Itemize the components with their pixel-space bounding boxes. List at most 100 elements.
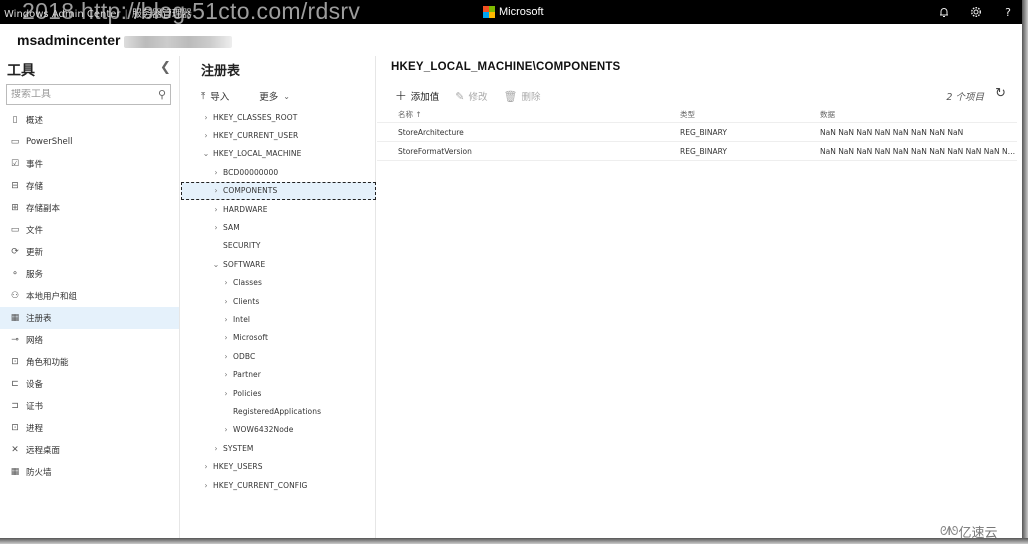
chevron-right-icon[interactable]: › <box>211 223 221 232</box>
tool-search-input[interactable] <box>11 89 158 100</box>
search-icon[interactable]: ⚲ <box>158 88 166 101</box>
top-bar: Windows Admin Center | 服务器管理器 2018 http://… <box>0 0 1022 24</box>
chevron-right-icon[interactable]: › <box>201 131 211 140</box>
storage-replica-icon: ⊞ <box>11 203 19 213</box>
tree-node[interactable]: › HKEY_CLASSES_ROOT <box>181 108 376 126</box>
sidebar-item-storage[interactable]: ⊟ 存储 <box>0 175 179 197</box>
column-header-data[interactable]: 数据 <box>798 109 1017 120</box>
tree-node[interactable]: RegisteredApplications <box>181 402 376 420</box>
devices-icon: ⊏ <box>11 379 19 389</box>
tree-node[interactable]: › Policies <box>181 384 376 402</box>
sidebar-item-devices[interactable]: ⊏ 设备 <box>0 373 179 395</box>
refresh-icon[interactable]: ↻ <box>995 86 1006 101</box>
chevron-right-icon[interactable]: › <box>201 481 211 490</box>
tree-node[interactable]: › Microsoft <box>181 329 376 347</box>
sidebar-item-label: 文件 <box>26 226 44 236</box>
add-value-label: 添加值 <box>410 92 440 103</box>
chevron-right-icon[interactable]: › <box>211 186 221 195</box>
chevron-right-icon[interactable]: › <box>221 352 231 361</box>
tree-node[interactable]: › Intel <box>181 310 376 328</box>
tree-node[interactable]: › Partner <box>181 365 376 383</box>
tree-node-label: SECURITY <box>223 241 261 251</box>
tree-node[interactable]: › SYSTEM <box>181 439 376 457</box>
tree-node[interactable]: › HKEY_CURRENT_CONFIG <box>181 476 376 494</box>
sidebar-item-services[interactable]: ⚬ 服务 <box>0 263 179 285</box>
help-icon[interactable]: ? <box>1000 3 1016 21</box>
chevron-right-icon[interactable]: › <box>221 389 231 398</box>
tree-node[interactable]: ⌄ HKEY_LOCAL_MACHINE <box>181 145 376 163</box>
tree-node[interactable]: › Clients <box>181 292 376 310</box>
app-title[interactable]: Windows Admin Center | 服务器管理器 <box>4 5 192 20</box>
more-button[interactable]: 更多 ⌄ <box>259 89 290 104</box>
sidebar-item-remote-desktop[interactable]: ✕ 远程桌面 <box>0 439 179 461</box>
chevron-right-icon[interactable]: › <box>221 278 231 287</box>
tree-node-label: COMPONENTS <box>223 186 278 196</box>
more-label: 更多 <box>259 92 279 103</box>
chevron-right-icon[interactable]: › <box>201 462 211 471</box>
microsoft-logo-icon <box>483 6 495 18</box>
column-header-type[interactable]: 类型 <box>658 109 798 120</box>
tree-node[interactable]: › COMPONENTS <box>181 181 376 200</box>
tree-node[interactable]: › Classes <box>181 274 376 292</box>
sidebar-item-storage-replica[interactable]: ⊞ 存储副本 <box>0 197 179 219</box>
tree-node[interactable]: SECURITY <box>181 237 376 255</box>
column-header-name[interactable]: 名称 ↑ <box>377 109 658 120</box>
value-type: REG_BINARY <box>680 127 727 137</box>
sidebar-item-label: 事件 <box>26 160 44 170</box>
chevron-right-icon[interactable]: › <box>211 205 221 214</box>
collapse-sidebar-button[interactable]: ❮ <box>160 60 171 75</box>
app-title-text: Windows Admin Center <box>4 9 121 20</box>
chevron-right-icon[interactable]: › <box>221 425 231 434</box>
tree-node[interactable]: › SAM <box>181 218 376 236</box>
pencil-icon: ✎ <box>455 89 465 103</box>
tree-node[interactable]: › HARDWARE <box>181 200 376 218</box>
import-label: 导入 <box>210 92 230 103</box>
sidebar-item-events[interactable]: ☑ 事件 <box>0 153 179 175</box>
chevron-right-icon[interactable]: › <box>201 113 211 122</box>
chevron-right-icon[interactable]: › <box>211 444 221 453</box>
chevron-right-icon[interactable]: › <box>221 370 231 379</box>
sidebar-item-files[interactable]: ▭ 文件 <box>0 219 179 241</box>
chevron-right-icon[interactable]: › <box>211 168 221 177</box>
tree-node[interactable]: › BCD00000000 <box>181 163 376 181</box>
table-row[interactable]: StoreFormatVersion REG_BINARY NaN NaN Na… <box>377 142 1017 161</box>
add-value-button[interactable]: + 添加值 <box>395 88 439 104</box>
tree-node-label: RegisteredApplications <box>233 406 322 416</box>
import-button[interactable]: ⤒ 导入 <box>201 89 230 104</box>
chevron-right-icon[interactable]: › <box>221 297 231 306</box>
sidebar-item-updates[interactable]: ⟳ 更新 <box>0 241 179 263</box>
chevron-right-icon[interactable]: › <box>221 315 231 324</box>
sidebar-item-network[interactable]: ⊸ 网络 <box>0 329 179 351</box>
bell-icon[interactable] <box>936 3 952 21</box>
chevron-right-icon[interactable]: › <box>221 333 231 342</box>
tree-node-label: HKEY_CURRENT_USER <box>213 131 299 141</box>
sidebar-item-firewall[interactable]: ▦ 防火墙 <box>0 461 179 483</box>
sidebar-item-device[interactable]: ▯ 概述 <box>0 109 179 131</box>
tree-node[interactable]: › HKEY_CURRENT_USER <box>181 126 376 144</box>
edit-value-button[interactable]: ✎ 修改 <box>455 89 487 104</box>
footer-brand: ᘛᘚ 亿速云 <box>940 522 997 541</box>
tree-node-label: HKEY_CLASSES_ROOT <box>213 112 298 122</box>
tree-node[interactable]: › HKEY_USERS <box>181 457 376 475</box>
sidebar-item-registry[interactable]: ▦ 注册表 <box>0 307 179 329</box>
gear-icon[interactable] <box>968 3 984 21</box>
sidebar-item-powershell[interactable]: ▭ PowerShell <box>0 131 179 153</box>
tree-node[interactable]: ⌄ SOFTWARE <box>181 255 376 273</box>
sidebar-item-processes[interactable]: ⊡ 进程 <box>0 417 179 439</box>
tree-node-label: WOW6432Node <box>233 425 294 435</box>
device-icon: ▯ <box>12 115 18 125</box>
sidebar-item-label: 防火墙 <box>26 468 52 478</box>
chevron-down-icon: ⌄ <box>283 91 290 101</box>
delete-value-button[interactable]: 🗑︎ 删除 <box>503 89 540 104</box>
files-icon: ▭ <box>10 225 20 235</box>
sidebar-item-users[interactable]: ⚇ 本地用户和组 <box>0 285 179 307</box>
chevron-down-icon[interactable]: ⌄ <box>201 149 211 158</box>
sidebar-item-roles[interactable]: ⊡ 角色和功能 <box>0 351 179 373</box>
table-row[interactable]: StoreArchitecture REG_BINARY NaN NaN NaN… <box>377 123 1017 142</box>
sidebar-item-certificates[interactable]: ⊐ 证书 <box>0 395 179 417</box>
tree-node[interactable]: › ODBC <box>181 347 376 365</box>
tree-node[interactable]: › WOW6432Node <box>181 421 376 439</box>
storage-icon: ⊟ <box>11 181 19 191</box>
chevron-down-icon[interactable]: ⌄ <box>211 260 221 269</box>
sidebar-item-label: 本地用户和组 <box>26 292 78 302</box>
